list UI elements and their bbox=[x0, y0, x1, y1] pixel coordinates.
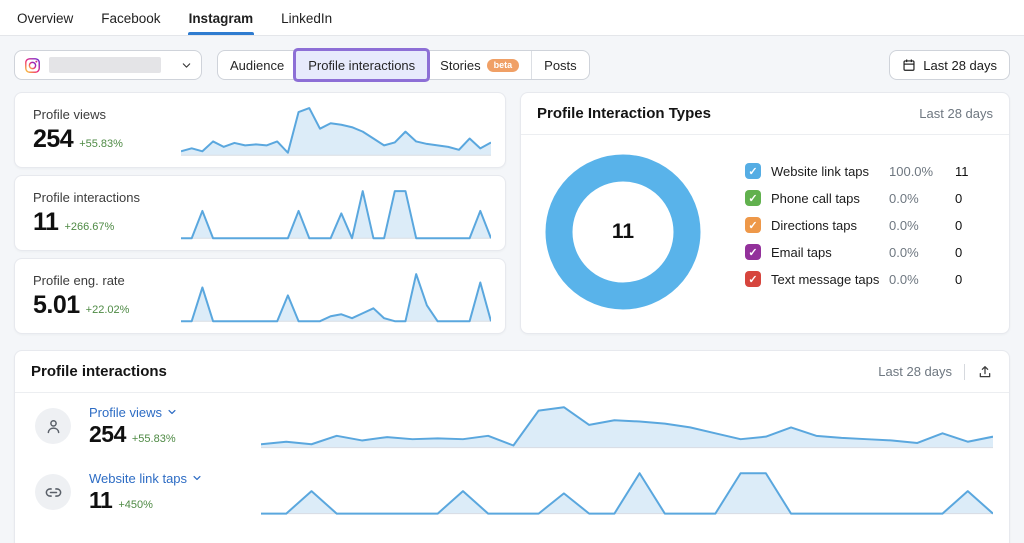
legend-row: ✓ Website link taps 100.0% 11 bbox=[745, 163, 981, 179]
export-icon bbox=[977, 364, 993, 380]
checkbox-text-message-taps[interactable]: ✓ bbox=[745, 271, 761, 287]
metric-label: Profile views bbox=[33, 107, 181, 122]
legend-percent: 0.0% bbox=[889, 272, 941, 287]
legend-label: Website link taps bbox=[771, 164, 889, 179]
tab-linkedin[interactable]: LinkedIn bbox=[280, 2, 333, 35]
checkbox-directions-taps[interactable]: ✓ bbox=[745, 217, 761, 233]
legend-row: ✓ Email taps 0.0% 0 bbox=[745, 244, 981, 260]
tab-overview[interactable]: Overview bbox=[16, 2, 74, 35]
metric-delta: +22.02% bbox=[86, 304, 130, 316]
metric-value: 254 bbox=[33, 125, 73, 154]
legend-count: 0 bbox=[955, 245, 981, 260]
panel-title: Profile interactions bbox=[31, 363, 167, 380]
network-tabs: Overview Facebook Instagram LinkedIn bbox=[0, 0, 1024, 36]
legend-percent: 0.0% bbox=[889, 245, 941, 260]
metric-selector-website-link-taps[interactable]: Website link taps bbox=[89, 471, 202, 486]
report-subtabs: Audience Profile interactions Stories be… bbox=[217, 50, 590, 80]
chevron-down-icon bbox=[181, 60, 192, 71]
tab-facebook[interactable]: Facebook bbox=[100, 2, 161, 35]
legend-label: Phone call taps bbox=[771, 191, 889, 206]
link-icon bbox=[44, 483, 63, 502]
metric-value: 254 bbox=[89, 421, 126, 448]
instagram-icon bbox=[24, 57, 41, 74]
checkbox-website-link-taps[interactable]: ✓ bbox=[745, 163, 761, 179]
legend-count: 0 bbox=[955, 218, 981, 233]
profile-views-card[interactable]: Profile views 254 +55.83% bbox=[14, 92, 506, 168]
date-range-button[interactable]: Last 28 days bbox=[889, 50, 1010, 80]
chevron-down-icon bbox=[167, 407, 177, 417]
interaction-types-legend: ✓ Website link taps 100.0% 11 ✓ Phone ca… bbox=[745, 163, 981, 287]
divider bbox=[964, 364, 965, 380]
metric-delta: +450% bbox=[118, 499, 153, 511]
date-range-label: Last 28 days bbox=[923, 58, 997, 73]
profile-eng-rate-card[interactable]: Profile eng. rate 5.01 +22.02% bbox=[14, 258, 506, 334]
legend-label: Email taps bbox=[771, 245, 889, 260]
panel-date-range: Last 28 days bbox=[919, 106, 993, 121]
metric-selector-label: Website link taps bbox=[89, 471, 187, 486]
tab-instagram[interactable]: Instagram bbox=[188, 2, 255, 35]
legend-percent: 0.0% bbox=[889, 191, 941, 206]
metric-row-website-link-taps: Website link taps 11 +450% bbox=[15, 459, 1009, 525]
profile-interaction-types-panel: Profile Interaction Types Last 28 days 1… bbox=[520, 92, 1010, 334]
metric-delta: +266.67% bbox=[64, 221, 114, 233]
metric-label: Profile eng. rate bbox=[33, 273, 181, 288]
profile-views-sparkline bbox=[181, 102, 491, 158]
legend-row: ✓ Directions taps 0.0% 0 bbox=[745, 217, 981, 233]
subtab-stories-label: Stories bbox=[440, 58, 480, 73]
chevron-down-icon bbox=[192, 473, 202, 483]
metric-delta: +55.83% bbox=[132, 433, 176, 445]
beta-badge: beta bbox=[487, 59, 520, 72]
legend-percent: 100.0% bbox=[889, 164, 941, 179]
subtab-stories[interactable]: Stories beta bbox=[427, 51, 531, 79]
profile-interactions-sparkline bbox=[181, 185, 491, 241]
person-icon bbox=[44, 417, 63, 436]
legend-row: ✓ Phone call taps 0.0% 0 bbox=[745, 190, 981, 206]
avatar bbox=[35, 408, 71, 444]
account-selector[interactable] bbox=[14, 50, 202, 80]
metric-label: Profile interactions bbox=[33, 190, 181, 205]
subtab-audience[interactable]: Audience bbox=[218, 51, 296, 79]
avatar bbox=[35, 474, 71, 510]
legend-row: ✓ Text message taps 0.0% 0 bbox=[745, 271, 981, 287]
profile-interactions-card[interactable]: Profile interactions 11 +266.67% bbox=[14, 175, 506, 251]
legend-label: Text message taps bbox=[771, 272, 889, 287]
metric-delta: +55.83% bbox=[79, 138, 123, 150]
checkbox-phone-call-taps[interactable]: ✓ bbox=[745, 190, 761, 206]
legend-percent: 0.0% bbox=[889, 218, 941, 233]
calendar-icon bbox=[902, 58, 916, 72]
bottom-website-link-taps-chart bbox=[261, 468, 993, 516]
metric-selector-profile-views[interactable]: Profile views bbox=[89, 405, 177, 420]
legend-count: 0 bbox=[955, 272, 981, 287]
panel-date-range: Last 28 days bbox=[878, 364, 952, 379]
metric-value: 5.01 bbox=[33, 291, 80, 320]
legend-count: 11 bbox=[955, 164, 981, 179]
metric-row-profile-views: Profile views 254 +55.83% bbox=[15, 393, 1009, 459]
toolbar: Audience Profile interactions Stories be… bbox=[14, 50, 1010, 80]
subtab-profile-interactions[interactable]: Profile interactions bbox=[296, 51, 427, 79]
legend-count: 0 bbox=[955, 191, 981, 206]
export-button[interactable] bbox=[977, 364, 993, 380]
donut-total: 11 bbox=[543, 152, 703, 312]
bottom-profile-views-chart bbox=[261, 402, 993, 450]
profile-interactions-panel: Profile interactions Last 28 days bbox=[14, 350, 1010, 543]
profile-eng-rate-sparkline bbox=[181, 268, 491, 324]
metric-value: 11 bbox=[89, 487, 112, 514]
metric-selector-label: Profile views bbox=[89, 405, 162, 420]
subtab-posts[interactable]: Posts bbox=[531, 51, 589, 79]
metric-value: 11 bbox=[33, 208, 58, 237]
account-name-redacted bbox=[49, 57, 161, 73]
checkbox-email-taps[interactable]: ✓ bbox=[745, 244, 761, 260]
panel-title: Profile Interaction Types bbox=[537, 105, 711, 122]
metric-cards-column: Profile views 254 +55.83% Profile intera… bbox=[14, 92, 506, 334]
donut-chart[interactable]: 11 bbox=[543, 152, 703, 312]
legend-label: Directions taps bbox=[771, 218, 889, 233]
